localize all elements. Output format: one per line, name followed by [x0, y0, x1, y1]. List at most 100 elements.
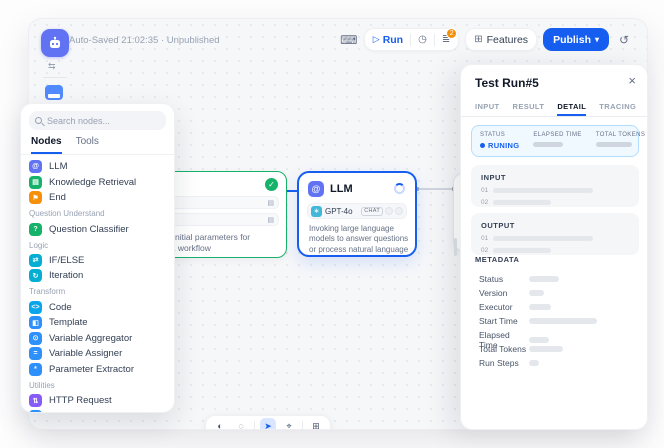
sidebar-divider: [43, 77, 67, 78]
app-logo[interactable]: [41, 29, 69, 57]
metadata-label: METADATA: [475, 255, 519, 264]
tab-tracing[interactable]: TRACING: [599, 98, 636, 116]
field-icon: ▤: [267, 216, 274, 224]
chat-mode-badge: CHAT: [361, 207, 383, 216]
lasso-select-icon[interactable]: ◌: [233, 418, 249, 430]
tab-tools[interactable]: Tools: [76, 136, 99, 154]
tab-input[interactable]: INPUT: [475, 98, 500, 116]
node-item-variable-aggregator[interactable]: ⊙Variable Aggregator: [29, 331, 166, 347]
edge-llm-to-end: [417, 188, 454, 190]
node-item-llm[interactable]: @LLM: [29, 159, 166, 175]
llm-node-description: Invoking large language models to answer…: [309, 224, 411, 255]
meta-skeleton: [529, 290, 544, 296]
section-question-understand: Question Understand: [29, 206, 166, 222]
model-capability-icon: [385, 207, 393, 215]
autosave-status: Auto-Saved 21:02:35 · Unpublished: [69, 35, 220, 46]
tab-result[interactable]: RESULT: [513, 98, 545, 116]
node-list: @LLM ▤Knowledge Retrieval ⚑End Question …: [21, 155, 174, 413]
elapsed-skeleton: [533, 142, 563, 147]
meta-skeleton: [529, 360, 539, 366]
model-name: GPT-4o: [325, 207, 361, 216]
node-search-panel: Nodes Tools @LLM ▤Knowledge Retrieval ⚑E…: [20, 103, 175, 413]
success-check-icon: ✓: [265, 178, 278, 191]
model-selector[interactable]: ∗ GPT-4o CHAT: [307, 203, 407, 219]
metadata-row: Run Steps: [479, 358, 639, 368]
field-icon: ▤: [267, 199, 274, 207]
tokens-skeleton: [596, 142, 632, 147]
test-run-panel: Test Run#5 × INPUT RESULT DETAIL TRACING…: [460, 64, 648, 430]
node-item-template[interactable]: ◧Template: [29, 315, 166, 331]
tab-nodes[interactable]: Nodes: [31, 136, 62, 154]
status-value: RUNING: [488, 141, 519, 150]
metadata-row: Total Tokens: [479, 344, 639, 354]
running-dot-icon: [480, 143, 485, 148]
elapsed-time-label: ELAPSED TIME: [533, 132, 581, 138]
shortcuts-icon[interactable]: ⌨: [340, 31, 358, 49]
gpt-icon: ∗: [311, 206, 322, 217]
hand-tool-icon[interactable]: ⌖: [281, 418, 297, 430]
template-icon: ◧: [29, 316, 42, 329]
metadata-row: Version: [479, 288, 639, 298]
output-label: OUTPUT: [471, 213, 639, 230]
node-item-if-else[interactable]: ⇄IF/ELSE: [29, 253, 166, 269]
if-else-icon: ⇄: [29, 254, 42, 267]
output-card: OUTPUT 01 02: [471, 213, 639, 255]
panel-resize-handle[interactable]: [454, 238, 457, 256]
meta-skeleton: [529, 318, 597, 324]
node-item-parameter-extractor[interactable]: *Parameter Extractor: [29, 362, 166, 378]
knowledge-icon: ▤: [29, 176, 42, 189]
canvas-toolbar: ◐ ◌ ➤ ⌖ ⊞: [205, 415, 331, 430]
section-transform: Transform: [29, 284, 166, 300]
close-icon[interactable]: ×: [628, 73, 636, 88]
parameter-extractor-icon: *: [29, 363, 42, 376]
llm-icon: @: [29, 160, 42, 173]
meta-skeleton: [529, 276, 559, 282]
input-label: INPUT: [471, 165, 639, 182]
run-button[interactable]: Run: [383, 34, 403, 46]
metadata-row: Status: [479, 274, 639, 284]
llm-node-title: LLM: [330, 183, 353, 195]
model-capability-icon: [395, 207, 403, 215]
code-icon: <>: [29, 301, 42, 314]
node-item-code[interactable]: <>Code: [29, 299, 166, 315]
variable-assigner-icon: =: [29, 347, 42, 360]
llm-icon: @: [308, 181, 324, 197]
output-skeleton: [493, 248, 551, 253]
checklist-icon[interactable]: ≣2: [442, 34, 450, 45]
control-mode-icon[interactable]: ◐: [212, 418, 228, 430]
meta-skeleton: [529, 337, 549, 343]
run-group: ▷ Run ◷ ≣2: [364, 28, 459, 51]
chevron-down-icon: ▾: [595, 35, 599, 44]
pointer-tool-icon[interactable]: ➤: [260, 418, 276, 430]
robot-icon: [47, 35, 63, 51]
http-request-icon: ⇅: [29, 394, 42, 407]
end-icon: ⚑: [29, 191, 42, 204]
tab-detail[interactable]: DETAIL: [557, 98, 586, 116]
node-item-end[interactable]: ⚑End: [29, 190, 166, 206]
llm-node[interactable]: @ LLM ∗ GPT-4o CHAT Invoking large langu…: [297, 171, 417, 257]
node-item-knowledge-retrieval[interactable]: ▤Knowledge Retrieval: [29, 175, 166, 191]
publish-button[interactable]: Publish ▾: [543, 28, 609, 51]
preview-card-icon[interactable]: [45, 85, 63, 100]
search-box[interactable]: [29, 111, 166, 130]
features-icon: ⊞: [474, 34, 482, 45]
status-card: STATUS RUNING ELAPSED TIME TOTAL TOKENS: [471, 125, 639, 157]
organize-nodes-icon[interactable]: ⊞: [308, 418, 324, 430]
node-item-iteration[interactable]: ↻Iteration: [29, 268, 166, 284]
meta-skeleton: [529, 304, 551, 310]
node-item-variable-assigner[interactable]: =Variable Assigner: [29, 346, 166, 362]
input-card: INPUT 01 02: [471, 165, 639, 207]
search-icon: [35, 117, 42, 124]
stopwatch-icon[interactable]: ◷: [418, 34, 427, 45]
input-skeleton: [493, 200, 551, 205]
history-icon[interactable]: ↺: [615, 31, 633, 49]
node-item-list-operator[interactable]: ≣List Operator: [29, 409, 166, 414]
output-skeleton: [493, 236, 593, 241]
search-input[interactable]: [47, 116, 160, 126]
node-item-http-request[interactable]: ⇅HTTP Request: [29, 393, 166, 409]
list-operator-icon: ≣: [29, 410, 42, 413]
node-item-question-classifier[interactable]: ?Question Classifier: [29, 221, 166, 237]
play-icon: ▷: [373, 34, 380, 45]
switch-app-icon[interactable]: ⇆: [48, 61, 56, 72]
features-button[interactable]: ⊞ Features: [465, 28, 537, 51]
